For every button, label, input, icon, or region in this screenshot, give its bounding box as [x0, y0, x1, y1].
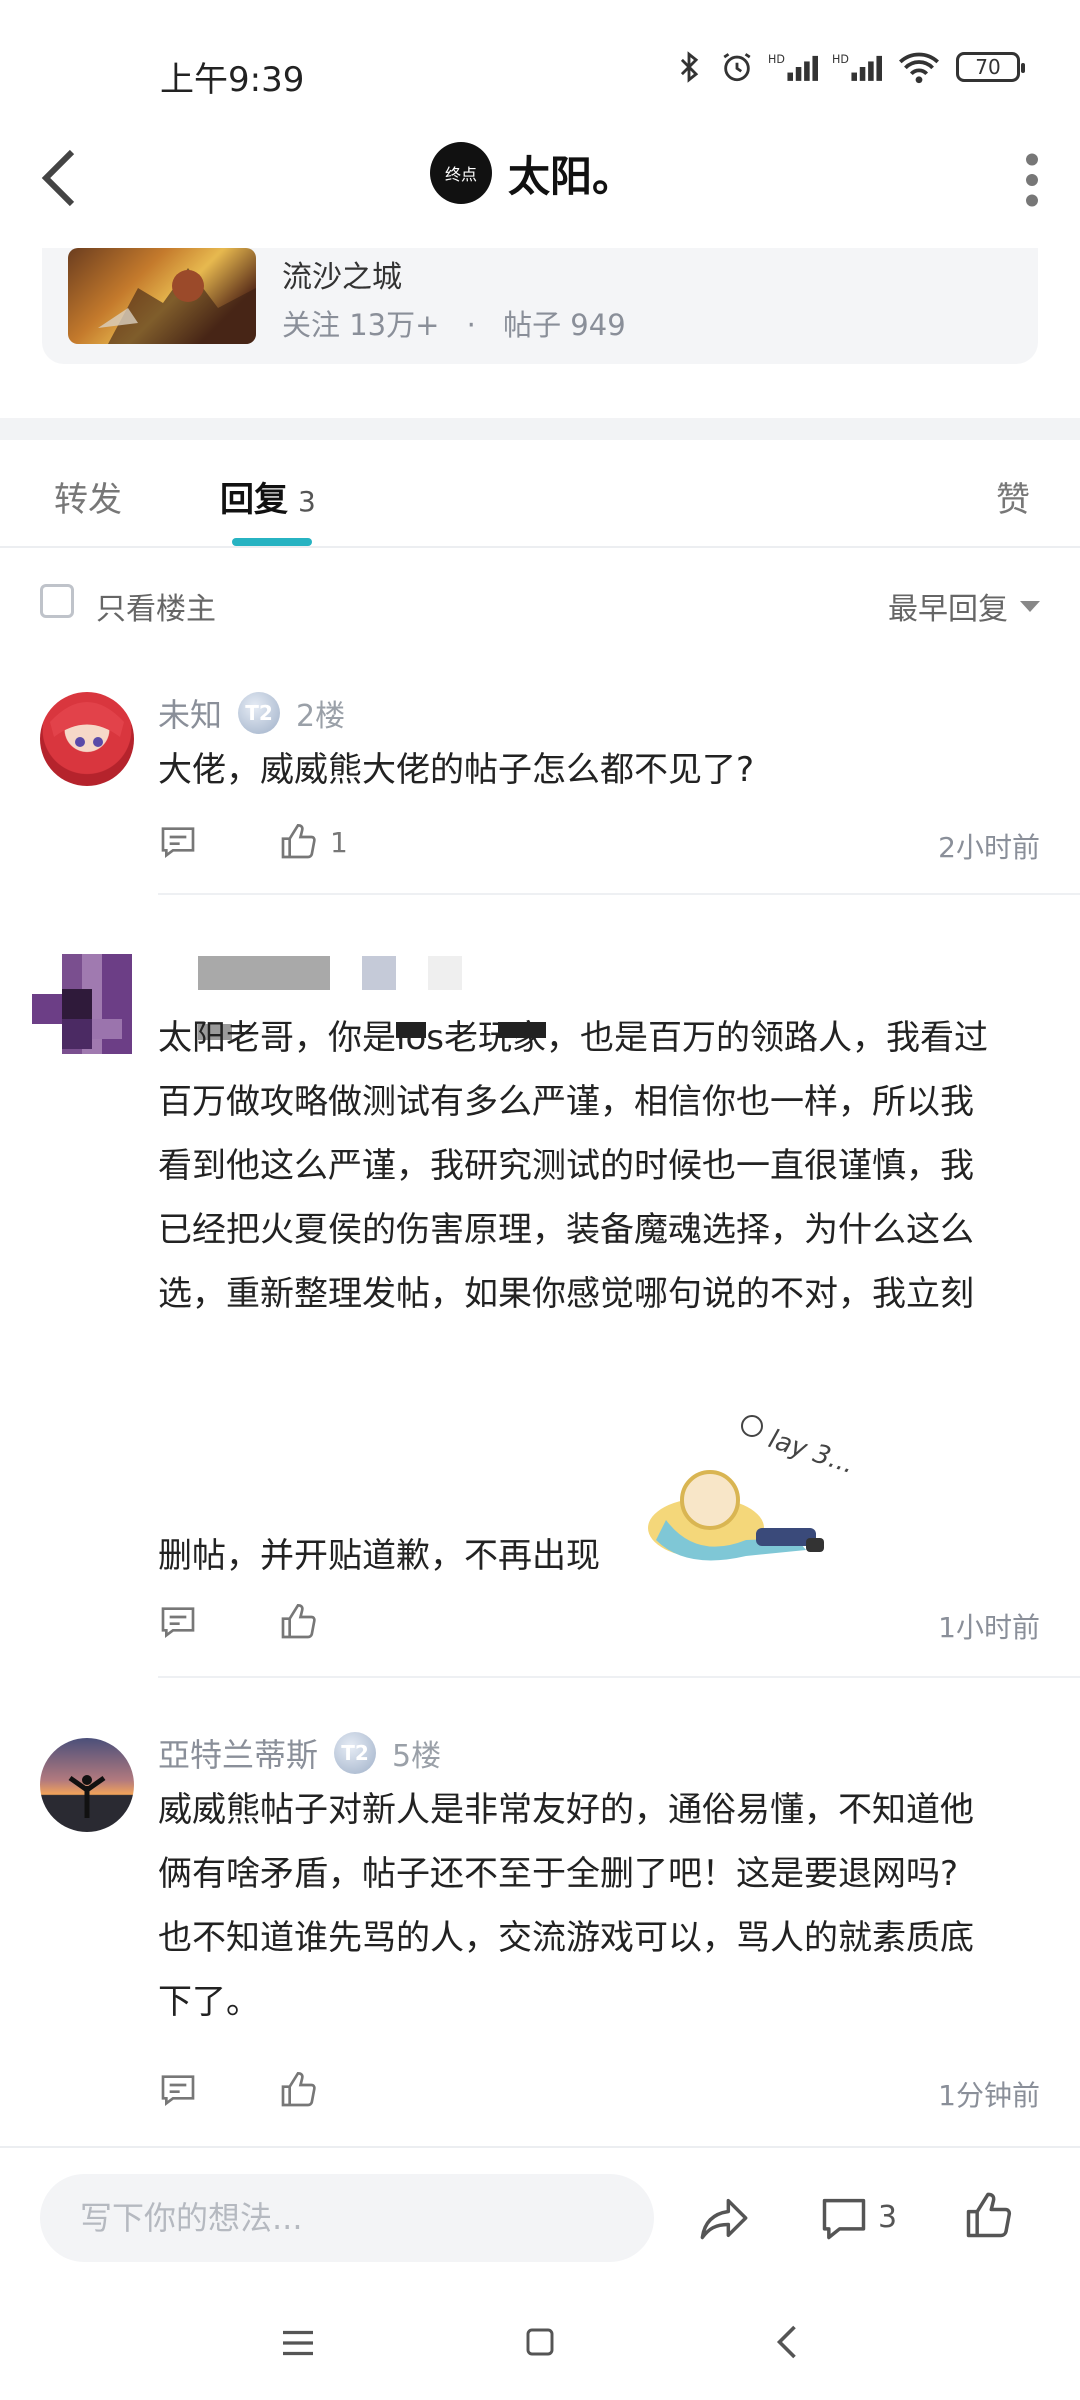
floor-number: 2楼 [296, 699, 346, 734]
comment-text-line: 选，重新整理发帖，如果你感觉哪句说的不对，我立刻 [158, 1274, 974, 1314]
level-badge: T2 [334, 1732, 377, 1774]
back-icon[interactable] [774, 2324, 800, 2360]
comment-time: 1小时前 [938, 1611, 1040, 1644]
avatar[interactable] [40, 692, 134, 786]
redacted-floor [428, 956, 462, 990]
comment-user-row: 未知 T2 2楼 [158, 690, 345, 736]
avatar[interactable] [40, 1738, 134, 1832]
comment-separator [158, 1676, 1080, 1678]
comment-item: 未知 T2 2楼 大佬，威威熊大佬的帖子怎么都不见了? 1 2小时前 [0, 680, 1080, 890]
comment-item: 太阳老哥，你是ios老玩家，也是百万的领路人，我看过 百万做攻略做测试有多么严谨… [0, 930, 1080, 1660]
share-icon[interactable] [698, 2192, 750, 2244]
meta-dot: · [466, 308, 476, 342]
comment-text-line: 看到他这么严谨，我研究测试的时候也一直很谨慎，我 [158, 1146, 974, 1186]
alarm-icon [723, 53, 751, 82]
bluetooth-icon [680, 51, 699, 83]
comment-text-line: 也不知道谁先骂的人，交流游戏可以，骂人的就素质底 [158, 1918, 974, 1958]
thumbs-up-icon[interactable] [278, 822, 318, 862]
comment-text-line: 俩有啥矛盾，帖子还不至于全删了吧！这是要退网吗? [158, 1854, 959, 1894]
page-title: 太阳。 [508, 151, 635, 201]
hd-signal-icon: HD [768, 53, 818, 81]
comment-text: 大佬，威威熊大佬的帖子怎么都不见了? [158, 750, 755, 790]
comment-text-last: 删帖，并开贴道歉，不再出现 [158, 1536, 600, 1576]
forum-name: 流沙之城 [282, 260, 402, 295]
sticker-image: lay 3... [636, 1410, 858, 1580]
redacted-username [198, 956, 330, 990]
svg-text:HD: HD [768, 53, 785, 66]
tab-forward[interactable]: 转发 [54, 472, 122, 521]
avatar-pixelated[interactable] [32, 954, 132, 1054]
tab-reply-count: 3 [298, 485, 316, 518]
comment-text-line: 下了。 [158, 1982, 260, 2022]
thumbs-up-icon[interactable] [278, 1602, 318, 1642]
forum-meta: 关注 13万+ · 帖子 949 [282, 302, 626, 344]
comment-item: 亞特兰蒂斯 T2 5楼 威威熊帖子对新人是非常友好的，通俗易懂，不知道他 俩有啥… [0, 1720, 1080, 2130]
comment-text-line: 已经把火夏侯的伤害原理，装备魔魂选择，为什么这么 [158, 1210, 974, 1250]
status-time: 上午9:39 [160, 60, 305, 100]
comment-text: 太阳老哥，你是ios老玩家，也是百万的领路人，我看过 百万做攻略做测试有多么严谨… [158, 1006, 1038, 1326]
hd-signal-icon: HD [832, 53, 882, 81]
comment-actions: 1 [158, 822, 348, 862]
system-nav-bar [0, 2290, 1080, 2400]
like-count: 1 [330, 825, 348, 859]
tab-reply-label: 回复 [220, 480, 288, 520]
svg-text:HD: HD [832, 53, 849, 66]
comment-actions [158, 2070, 330, 2110]
comment-text-line: 威威熊帖子对新人是非常友好的，通俗易懂，不知道他 [158, 1790, 974, 1830]
sort-dropdown[interactable]: 最早回复 [888, 584, 1040, 628]
reply-icon[interactable] [158, 822, 198, 862]
status-icons: HD HD 70 [672, 50, 1025, 84]
caret-down-icon [1020, 600, 1040, 612]
active-tab-indicator [232, 538, 312, 546]
comment-count: 3 [878, 2200, 898, 2235]
section-divider [0, 418, 1080, 440]
comment-text-line: 百万做攻略做测试有多么严谨，相信你也一样，所以我 [158, 1082, 974, 1122]
redacted-badge [362, 956, 396, 990]
comment-text-line: 太阳老哥，你是ios老玩家，也是百万的领路人，我看过 [158, 1018, 988, 1058]
reply-icon[interactable] [158, 1602, 198, 1642]
comment-time: 2小时前 [938, 831, 1040, 864]
more-options-icon[interactable] [1022, 152, 1042, 208]
level-badge: T2 [238, 692, 281, 734]
tab-reply[interactable]: 回复 3 [220, 472, 316, 521]
wifi-icon [899, 52, 939, 84]
comment-icon[interactable] [818, 2192, 870, 2244]
back-arrow-icon[interactable] [40, 148, 80, 208]
comment-input[interactable]: 写下你的想法... [40, 2174, 654, 2262]
reply-icon[interactable] [158, 2070, 198, 2110]
sticker-text: lay 3... [765, 1424, 856, 1480]
tab-like[interactable]: 赞 [996, 472, 1030, 521]
page-title-group[interactable]: 终点 太阳。 [430, 142, 634, 204]
only-op-checkbox[interactable] [40, 584, 74, 618]
username[interactable]: 亞特兰蒂斯 [158, 1730, 318, 1776]
comment-user-row: 亞特兰蒂斯 T2 5楼 [158, 1730, 441, 1776]
battery-icon: 70 [956, 52, 1025, 82]
comment-time: 1分钟前 [938, 2079, 1040, 2112]
username[interactable]: 未知 [158, 690, 222, 736]
bottom-bar-divider [0, 2146, 1080, 2148]
forum-thumbnail [68, 248, 256, 344]
thumbs-up-icon[interactable] [278, 2070, 318, 2110]
floor-number: 5楼 [392, 1739, 442, 1774]
only-op-label[interactable]: 只看楼主 [96, 584, 216, 628]
forum-followers: 关注 13万+ [282, 308, 440, 342]
tab-divider [0, 546, 1080, 548]
forum-posts: 帖子 949 [503, 308, 626, 342]
home-icon[interactable] [524, 2326, 556, 2358]
thumbs-up-icon[interactable] [962, 2190, 1014, 2242]
menu-icon[interactable] [280, 2328, 316, 2358]
comment-actions [158, 1602, 330, 1642]
comment-text: 威威熊帖子对新人是非常友好的，通俗易懂，不知道他 俩有啥矛盾，帖子还不至于全删了… [158, 1778, 1038, 2034]
author-avatar: 终点 [430, 142, 492, 204]
comment-separator [158, 893, 1080, 895]
sort-label: 最早回复 [888, 592, 1008, 627]
